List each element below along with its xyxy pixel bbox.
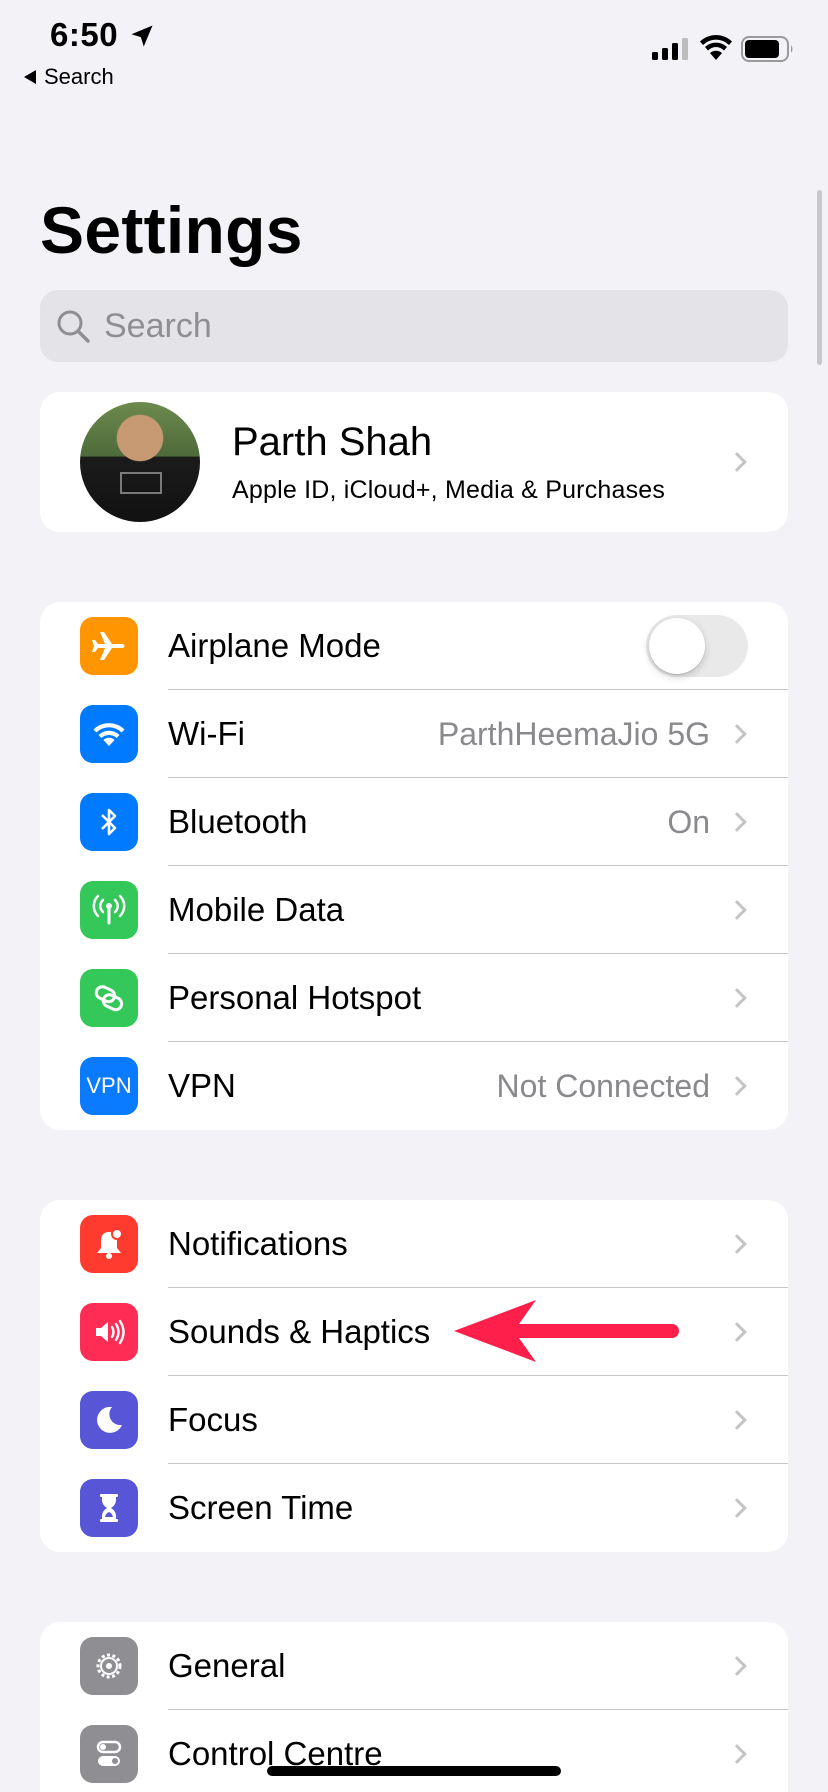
settings-row-mobile-data[interactable]: Mobile Data: [40, 866, 788, 954]
chevron-right-icon: [727, 1498, 747, 1518]
page-title: Settings: [40, 193, 303, 267]
settings-row-bluetooth[interactable]: Bluetooth On: [40, 778, 788, 866]
hourglass-icon: [80, 1479, 138, 1537]
moon-icon: [80, 1391, 138, 1449]
vpn-icon: VPN: [80, 1057, 138, 1115]
bluetooth-icon: [80, 793, 138, 851]
settings-row-label: Screen Time: [168, 1489, 354, 1526]
status-time: 6:50: [50, 16, 119, 53]
toggle-knob: [649, 618, 705, 674]
chevron-right-icon: [727, 1322, 747, 1342]
settings-row-personal-hotspot[interactable]: Personal Hotspot: [40, 954, 788, 1042]
settings-row-label: Notifications: [168, 1225, 348, 1262]
scroll-indicator[interactable]: [817, 190, 822, 365]
apple-id-profile-row[interactable]: Parth Shah Apple ID, iCloud+, Media & Pu…: [40, 392, 788, 532]
chevron-right-icon: [727, 900, 747, 920]
wifi-icon: [700, 35, 732, 60]
chevron-right-icon: [727, 1744, 747, 1764]
settings-row-value: ParthHeemaJio 5G: [437, 715, 710, 752]
chevron-right-icon: [727, 1410, 747, 1430]
airplane-icon: [80, 617, 138, 675]
home-indicator[interactable]: [267, 1766, 561, 1776]
connectivity-group: Airplane Mode Wi-Fi ParthHeemaJio 5G Blu…: [40, 602, 788, 1130]
gear-icon: [80, 1637, 138, 1695]
notifications-group: Notifications Sounds & Haptics Focus Scr…: [40, 1200, 788, 1552]
battery-icon: [741, 36, 793, 62]
settings-row-label: VPN: [168, 1067, 236, 1104]
settings-row-label: Wi-Fi: [168, 715, 245, 752]
toggles-icon: [80, 1725, 138, 1783]
settings-row-label: Sounds & Haptics: [168, 1313, 431, 1350]
chevron-right-icon: [727, 988, 747, 1008]
notification-bell-icon: [80, 1215, 138, 1273]
chevron-right-icon: [727, 452, 747, 472]
hotspot-link-icon: [80, 969, 138, 1027]
airplane-mode-toggle[interactable]: [646, 615, 748, 677]
settings-row-label: Personal Hotspot: [168, 979, 422, 1016]
settings-row-notifications[interactable]: Notifications: [40, 1200, 788, 1288]
profile-name: Parth Shah: [232, 420, 433, 464]
location-arrow-icon: [131, 25, 153, 47]
chevron-right-icon: [727, 1656, 747, 1676]
settings-row-vpn[interactable]: VPN VPN Not Connected: [40, 1042, 788, 1130]
red-arrow-annotation: [454, 1300, 679, 1362]
settings-row-screen-time[interactable]: Screen Time: [40, 1464, 788, 1552]
back-to-search-link[interactable]: Search: [24, 64, 114, 90]
settings-row-label: Bluetooth: [168, 803, 308, 840]
antenna-icon: [80, 881, 138, 939]
settings-row-label: Airplane Mode: [168, 627, 381, 664]
profile-subtitle: Apple ID, iCloud+, Media & Purchases: [232, 476, 666, 504]
speaker-icon: [80, 1303, 138, 1361]
settings-row-label: Focus: [168, 1401, 258, 1438]
status-bar: 6:50 Search: [0, 0, 828, 96]
chevron-right-icon: [727, 812, 747, 832]
chevron-right-icon: [727, 1076, 747, 1096]
settings-row-label: Mobile Data: [168, 891, 345, 928]
avatar: [80, 402, 200, 522]
wifi-icon: [80, 705, 138, 763]
chevron-right-icon: [727, 1234, 747, 1254]
settings-row-general[interactable]: General: [40, 1622, 788, 1710]
back-link-label: Search: [44, 64, 114, 89]
settings-row-airplane-mode[interactable]: Airplane Mode: [40, 602, 788, 690]
search-field[interactable]: [40, 290, 788, 362]
settings-row-wifi[interactable]: Wi-Fi ParthHeemaJio 5G: [40, 690, 788, 778]
search-input[interactable]: [104, 306, 704, 346]
settings-row-value: Not Connected: [496, 1067, 710, 1104]
settings-row-label: General: [168, 1647, 286, 1684]
cellular-signal-icon: [652, 38, 688, 60]
settings-row-control-centre[interactable]: Control Centre: [40, 1710, 788, 1792]
back-triangle-icon: [24, 70, 36, 84]
settings-row-value: On: [667, 803, 710, 840]
settings-row-focus[interactable]: Focus: [40, 1376, 788, 1464]
search-icon: [57, 310, 90, 343]
chevron-right-icon: [727, 724, 747, 744]
